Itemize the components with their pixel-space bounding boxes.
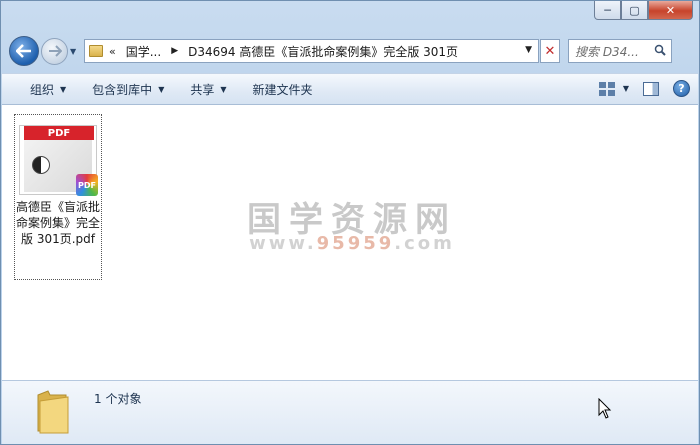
maximize-button[interactable]: ▢ — [621, 1, 648, 20]
folder-icon — [37, 390, 69, 434]
chevron-down-icon: ▼ — [220, 84, 227, 94]
file-name-label: 高德臣《盲派批命案例集》完全版 301页.pdf — [15, 200, 100, 246]
caption-buttons: ─ ▢ ✕ — [594, 1, 693, 20]
item-count-text: 1 个对象 — [94, 392, 142, 406]
mouse-cursor-icon — [598, 398, 612, 419]
pdf-header-label: PDF — [24, 126, 94, 140]
watermark-url: www.95959.com — [242, 233, 462, 254]
organize-menu[interactable]: 组织 ▼ — [30, 81, 66, 98]
watermark-url-highlight: 95959 — [316, 233, 395, 254]
view-dropdown-icon[interactable]: ▼ — [623, 84, 629, 93]
navigation-bar: ▼ « 国学... ▶ D34694 高德臣《盲派批命案例集》完全版 301页 … — [9, 35, 693, 67]
breadcrumb-separator-icon[interactable]: ▶ — [171, 46, 178, 56]
address-dropdown-icon[interactable]: ▼ — [525, 45, 532, 55]
change-view-icon[interactable] — [598, 81, 615, 96]
address-bar[interactable]: « 国学... ▶ D34694 高德臣《盲派批命案例集》完全版 301页 ▼ — [84, 39, 539, 63]
new-folder-button[interactable]: 新建文件夹 — [253, 81, 313, 98]
forward-button[interactable] — [41, 37, 68, 65]
back-arrow-icon — [16, 44, 31, 58]
search-box[interactable]: 搜索 D34... — [568, 39, 672, 63]
chevron-down-icon: ▼ — [60, 84, 67, 94]
include-in-library-label: 包含到库中 — [92, 82, 153, 97]
details-pane: 1 个对象 — [2, 380, 698, 444]
watermark-url-prefix: www. — [249, 233, 317, 254]
command-bar: 组织 ▼ 包含到库中 ▼ 共享 ▼ 新建文件夹 ▼ ? — [2, 73, 698, 105]
minimize-button[interactable]: ─ — [594, 1, 621, 20]
folder-icon — [89, 45, 103, 57]
help-icon[interactable]: ? — [673, 80, 690, 97]
breadcrumb-parent[interactable]: 国学... — [126, 43, 161, 60]
preview-pane-icon[interactable] — [643, 81, 659, 96]
search-icon[interactable] — [654, 44, 666, 56]
share-menu[interactable]: 共享 ▼ — [190, 81, 226, 98]
breadcrumb-current[interactable]: D34694 高德臣《盲派批命案例集》完全版 301页 — [188, 43, 458, 60]
recent-pages-dropdown[interactable]: ▼ — [70, 47, 80, 56]
organize-label: 组织 — [30, 82, 55, 97]
pdf-file-icon: PDF PDF — [19, 125, 98, 196]
forward-arrow-icon — [48, 45, 62, 57]
share-label: 共享 — [190, 82, 215, 97]
close-button[interactable]: ✕ — [648, 1, 693, 20]
back-button[interactable] — [9, 36, 39, 66]
view-controls: ▼ ? — [598, 80, 690, 97]
file-list-pane[interactable]: PDF PDF 高德臣《盲派批命案例集》完全版 301页.pdf 国学资源网 w… — [2, 105, 698, 380]
include-in-library-menu[interactable]: 包含到库中 ▼ — [92, 81, 164, 98]
search-input[interactable]: 搜索 D34... — [575, 43, 653, 60]
chevron-down-icon: ▼ — [158, 84, 165, 94]
explorer-window: ─ ▢ ✕ ▼ « 国学... ▶ D34694 高德臣《盲派批命案例集》完全版… — [0, 0, 700, 445]
clear-address-button[interactable]: ✕ — [540, 39, 560, 63]
new-folder-label: 新建文件夹 — [252, 82, 313, 97]
watermark-url-suffix: .com — [394, 233, 455, 254]
address-overflow-chevron[interactable]: « — [109, 45, 116, 58]
pdf-badge-icon: PDF — [76, 174, 98, 196]
taiji-icon — [32, 156, 50, 174]
file-item-pdf[interactable]: PDF PDF 高德臣《盲派批命案例集》完全版 301页.pdf — [14, 114, 102, 280]
